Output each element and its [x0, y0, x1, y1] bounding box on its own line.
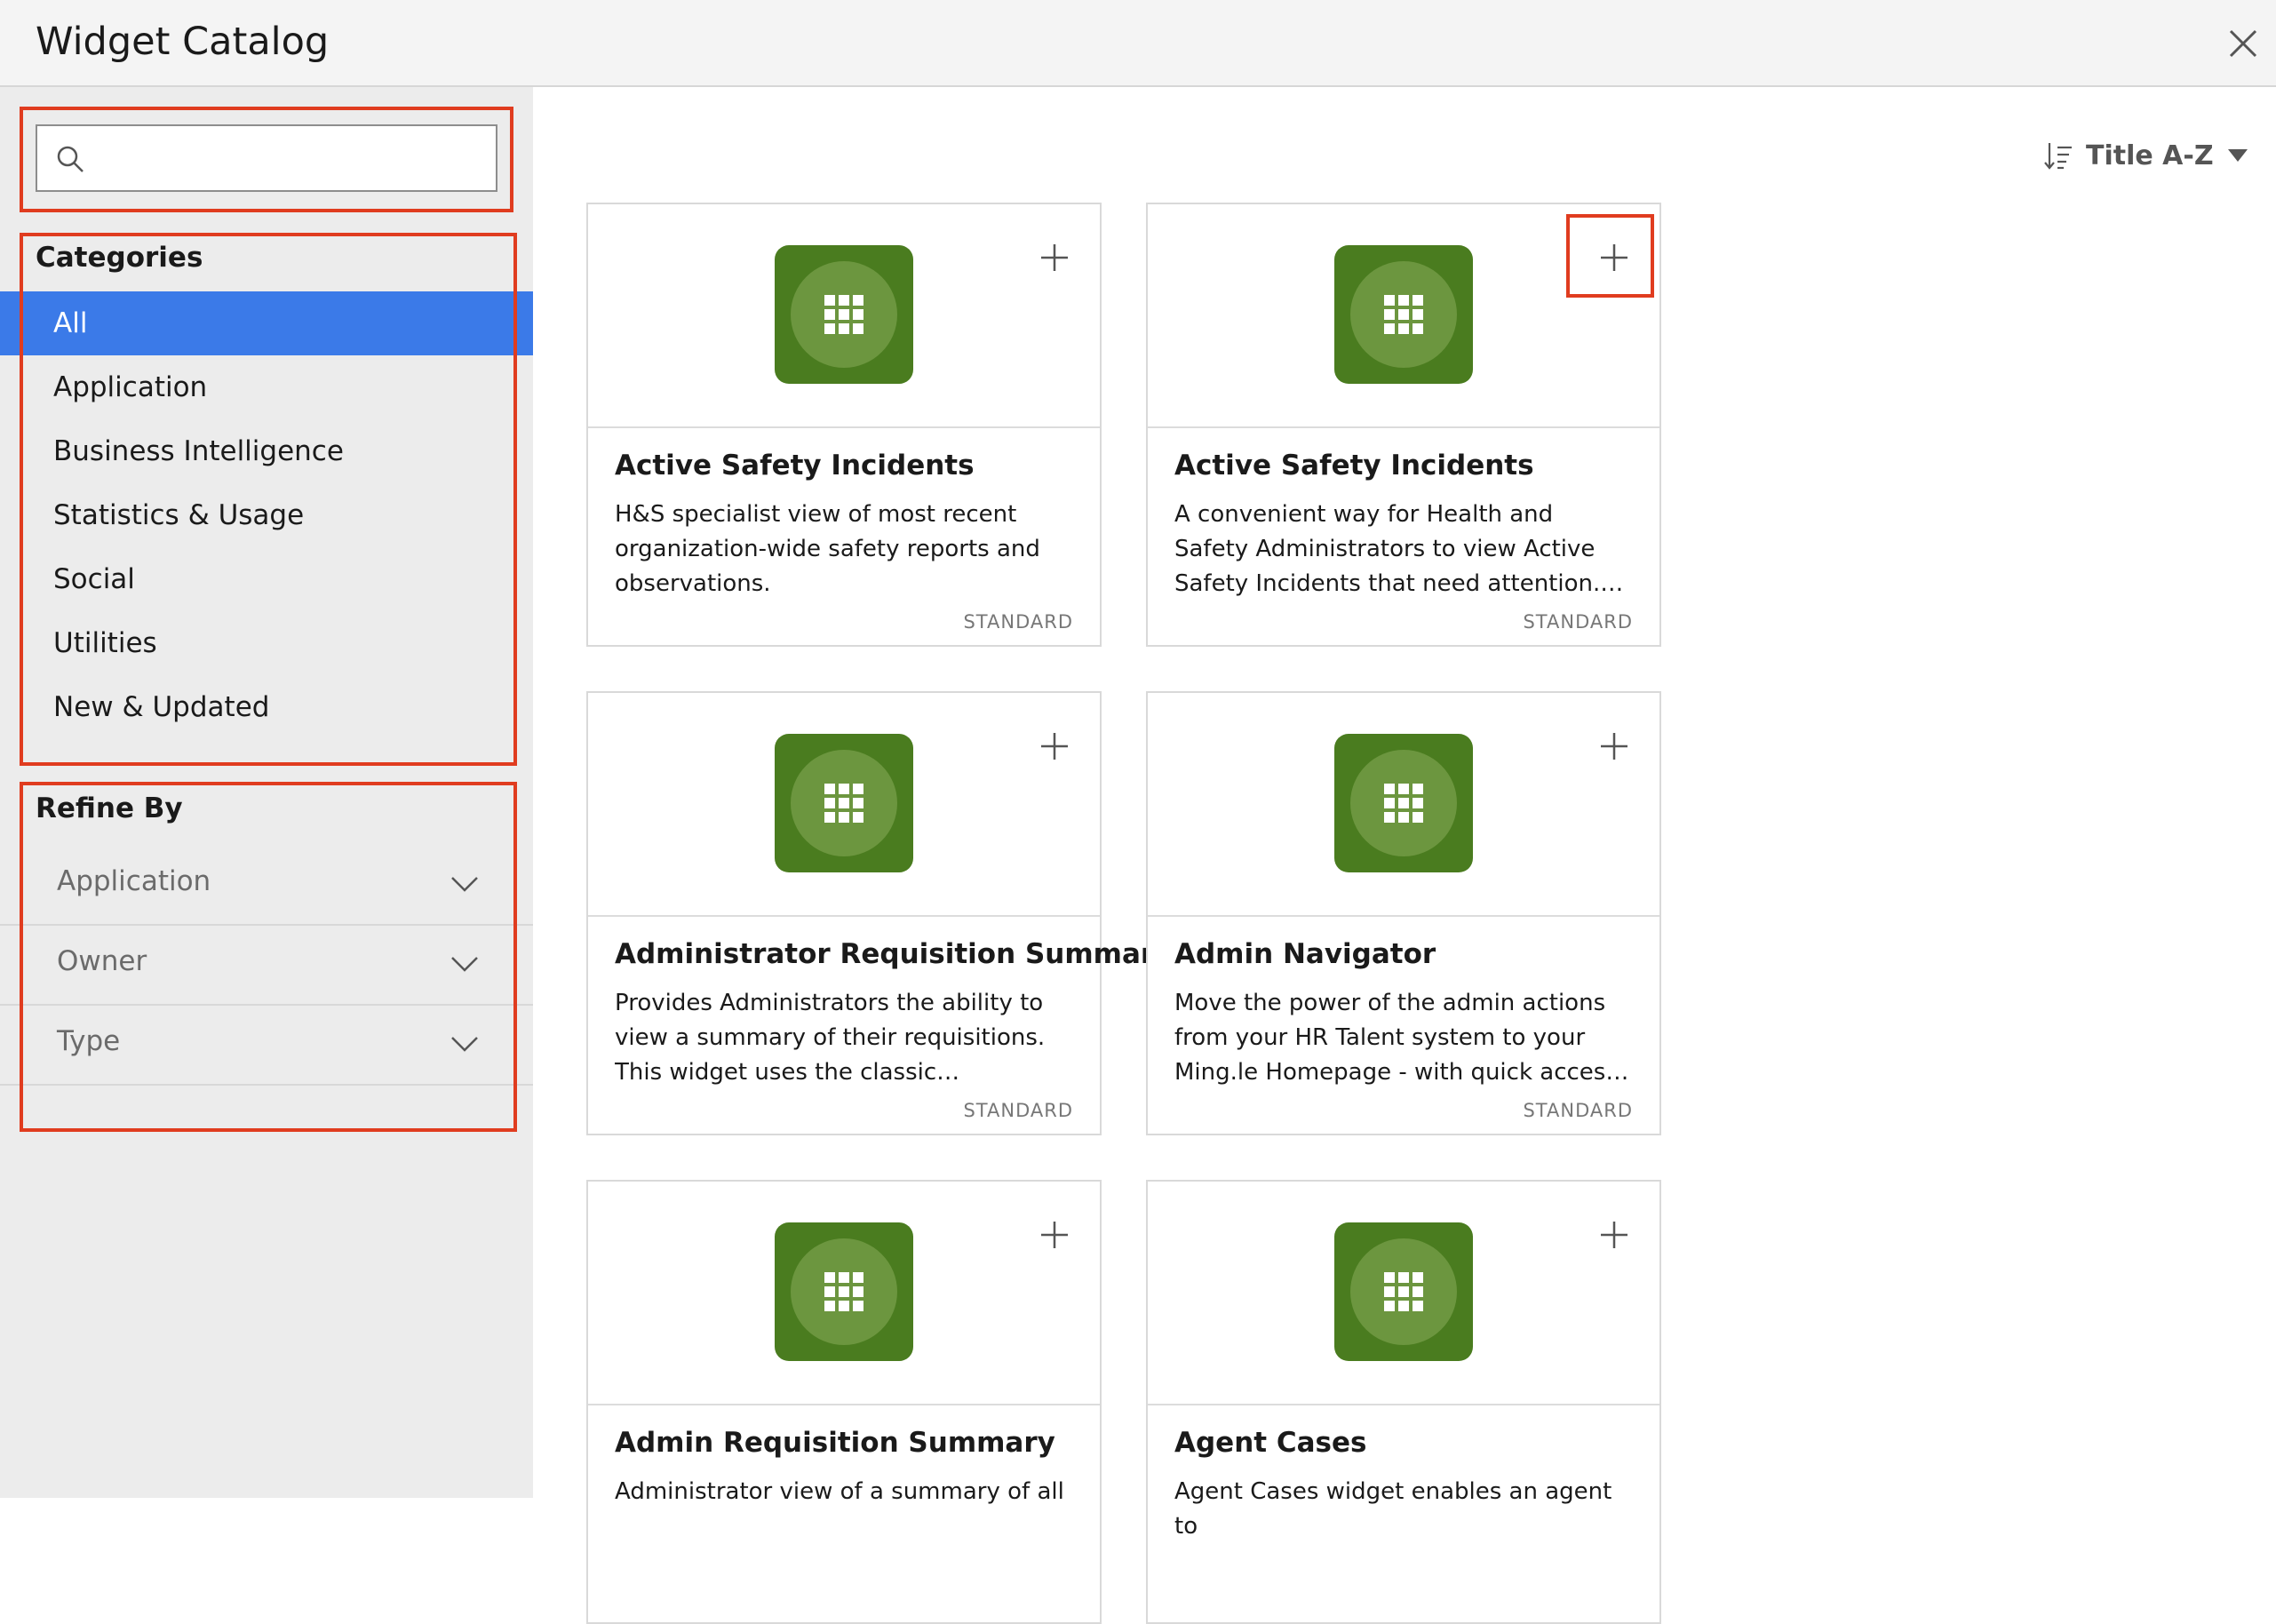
filter-application-dropdown[interactable]: Application [0, 846, 533, 926]
add-widget-button[interactable] [1596, 240, 1632, 275]
widget-type-label: STANDARD [1523, 1100, 1633, 1121]
widget-catalog-dialog: Widget Catalog Categories All Applicatio… [0, 0, 2276, 1624]
grid-icon [1384, 784, 1423, 823]
widget-card[interactable]: Active Safety Incidents A convenient way… [1146, 203, 1661, 647]
widget-type-label: STANDARD [1523, 611, 1633, 633]
widget-tile-circle [791, 261, 897, 368]
widget-title: Agent Cases [1174, 1427, 1367, 1459]
grid-icon [824, 784, 863, 823]
category-item-application[interactable]: Application [0, 355, 533, 419]
filter-label: Owner [57, 945, 147, 977]
add-widget-button[interactable] [1037, 240, 1072, 275]
widget-tile-circle [791, 1238, 897, 1345]
widget-tile-circle [1350, 1238, 1457, 1345]
widget-title: Active Safety Incidents [615, 450, 975, 482]
grid-icon [824, 1272, 863, 1311]
category-item-all[interactable]: All [0, 291, 533, 355]
widget-card-header [1148, 693, 1659, 917]
category-item-new-updated[interactable]: New & Updated [0, 675, 533, 739]
sort-label: Title A-Z [2086, 139, 2214, 171]
plus-icon [1041, 244, 1068, 271]
search-input[interactable] [99, 128, 485, 190]
widget-tile-circle [1350, 261, 1457, 368]
sort-dropdown[interactable]: Title A-Z [2043, 133, 2248, 178]
widget-tile-circle [1350, 750, 1457, 856]
widget-card-header [588, 1182, 1100, 1405]
dialog-title: Widget Catalog [36, 20, 330, 64]
filter-type-dropdown[interactable]: Type [0, 1006, 533, 1086]
category-list: All Application Business Intelligence St… [0, 291, 533, 739]
widget-card-header [1148, 204, 1659, 428]
grid-icon [1384, 1272, 1423, 1311]
widget-description: Provides Administrators the ability to v… [615, 990, 1046, 1086]
add-widget-button[interactable] [1596, 728, 1632, 764]
chevron-down-icon [451, 877, 478, 892]
widget-tile [775, 1222, 913, 1361]
widget-description: A convenient way for Health and Safety A… [1174, 501, 1601, 597]
widget-title: Admin Navigator [1174, 938, 1436, 970]
plus-icon [1601, 733, 1627, 760]
widget-title: Active Safety Incidents [1174, 450, 1534, 482]
widget-description: Move the power of the admin actions from… [1174, 990, 1618, 1086]
add-widget-button[interactable] [1037, 728, 1072, 764]
widget-card[interactable]: Admin Navigator Move the power of the ad… [1146, 691, 1661, 1135]
widget-card-header [1148, 1182, 1659, 1405]
filter-label: Type [57, 1025, 121, 1057]
plus-icon [1601, 244, 1627, 271]
widget-card[interactable]: Agent Cases Agent Cases widget enables a… [1146, 1180, 1661, 1624]
widget-card[interactable]: Admin Requisition Summary Administrator … [586, 1180, 1102, 1624]
plus-icon [1041, 733, 1068, 760]
widget-title: Administrator Requisition Summary [615, 938, 1173, 970]
widget-tile [1334, 245, 1473, 384]
close-button[interactable] [2223, 23, 2264, 64]
filter-label: Application [57, 865, 211, 897]
chevron-down-icon [451, 1037, 478, 1052]
widget-description: Administrator view of a summary of all [615, 1478, 1064, 1505]
add-widget-button[interactable] [1037, 1217, 1072, 1253]
widget-type-label: STANDARD [963, 1100, 1073, 1121]
widget-tile [775, 245, 913, 384]
chevron-down-icon [451, 957, 478, 972]
search-box[interactable] [36, 124, 497, 192]
widget-tile-circle [791, 750, 897, 856]
categories-heading: Categories [36, 242, 203, 274]
widget-card-header [588, 204, 1100, 428]
widget-tile [775, 734, 913, 872]
widget-description: Agent Cases widget enables an agent to [1174, 1478, 1612, 1540]
caret-down-icon [2227, 149, 2248, 162]
refine-filter-list: Application Owner Type [0, 846, 533, 1086]
widget-tile [1334, 734, 1473, 872]
search-icon [57, 146, 84, 172]
widget-card[interactable]: Active Safety Incidents H&S specialist v… [586, 203, 1102, 647]
grid-icon [1384, 295, 1423, 334]
plus-icon [1601, 1222, 1627, 1248]
grid-icon [824, 295, 863, 334]
refine-by-heading: Refine By [36, 792, 183, 824]
close-icon [2229, 29, 2257, 58]
widget-tile [1334, 1222, 1473, 1361]
filter-owner-dropdown[interactable]: Owner [0, 926, 533, 1006]
sort-icon [2044, 143, 2072, 170]
category-item-business-intelligence[interactable]: Business Intelligence [0, 419, 533, 483]
widget-description: H&S specialist view of most recent organ… [615, 501, 1040, 597]
widget-card-header [588, 693, 1100, 917]
category-item-statistics-usage[interactable]: Statistics & Usage [0, 483, 533, 547]
add-widget-button[interactable] [1596, 1217, 1632, 1253]
dialog-header: Widget Catalog [0, 0, 2276, 87]
widget-card[interactable]: Administrator Requisition Summary Provid… [586, 691, 1172, 1135]
plus-icon [1041, 1222, 1068, 1248]
widget-type-label: STANDARD [963, 611, 1073, 633]
category-item-utilities[interactable]: Utilities [0, 611, 533, 675]
category-item-social[interactable]: Social [0, 547, 533, 611]
widget-title: Admin Requisition Summary [615, 1427, 1055, 1459]
